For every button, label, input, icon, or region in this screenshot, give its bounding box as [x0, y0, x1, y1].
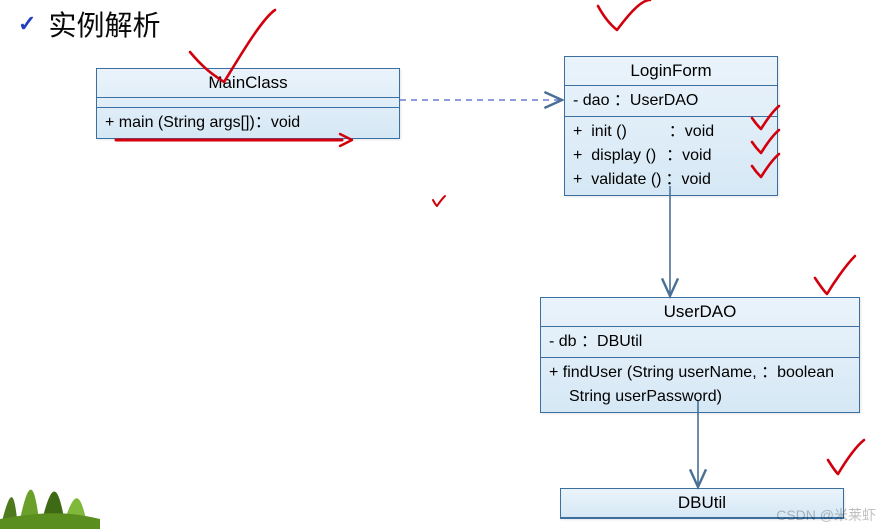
- handcheck-dbutil: [828, 440, 864, 474]
- class-userdao: UserDAO - db ：DBUtil + findUser (String …: [540, 297, 860, 413]
- grass-decoration: [0, 459, 100, 529]
- loginform-op3-ret: ：void: [665, 168, 710, 192]
- class-loginform-name: LoginForm: [565, 57, 777, 86]
- class-userdao-name: UserDAO: [541, 298, 859, 327]
- handcheck-userdao: [815, 256, 855, 294]
- hand-scribble: [433, 196, 445, 206]
- loginform-op2: + display (): [573, 144, 656, 168]
- class-loginform-attr1: - dao ：UserDAO: [573, 92, 698, 109]
- watermark: CSDN @米莱虾: [776, 505, 876, 525]
- class-mainclass: MainClass + main (String args[])：void: [96, 68, 400, 139]
- class-userdao-attr1: - db ：DBUtil: [549, 333, 642, 350]
- userdao-op1-line1: + findUser (String userName, ：boolean: [549, 361, 851, 385]
- userdao-op1-line2: String userPassword): [549, 385, 851, 409]
- class-loginform-attrs: - dao ：UserDAO: [565, 86, 777, 117]
- loginform-op3: + validate (): [573, 168, 661, 192]
- class-userdao-attrs: - db ：DBUtil: [541, 327, 859, 358]
- class-mainclass-op1: + main (String args[])：void: [105, 114, 300, 131]
- check-icon: ✓: [18, 11, 36, 37]
- class-mainclass-ops: + main (String args[])：void: [97, 108, 399, 138]
- loginform-op2-ret: ：void: [666, 144, 711, 168]
- loginform-op1-ret: ：void: [669, 120, 714, 144]
- class-loginform: LoginForm - dao ：UserDAO + init () ：void …: [564, 56, 778, 196]
- class-mainclass-attrs: [97, 98, 399, 108]
- class-userdao-ops: + findUser (String userName, ：boolean St…: [541, 358, 859, 412]
- class-loginform-ops: + init () ：void + display () ：void + valid…: [565, 117, 777, 195]
- loginform-op1: + init (): [573, 120, 627, 144]
- page-title: 实例解析: [48, 4, 160, 44]
- handcheck-loginform-top: [598, 0, 650, 30]
- heading-row: ✓ 实例解析: [18, 4, 160, 44]
- class-mainclass-name: MainClass: [97, 69, 399, 98]
